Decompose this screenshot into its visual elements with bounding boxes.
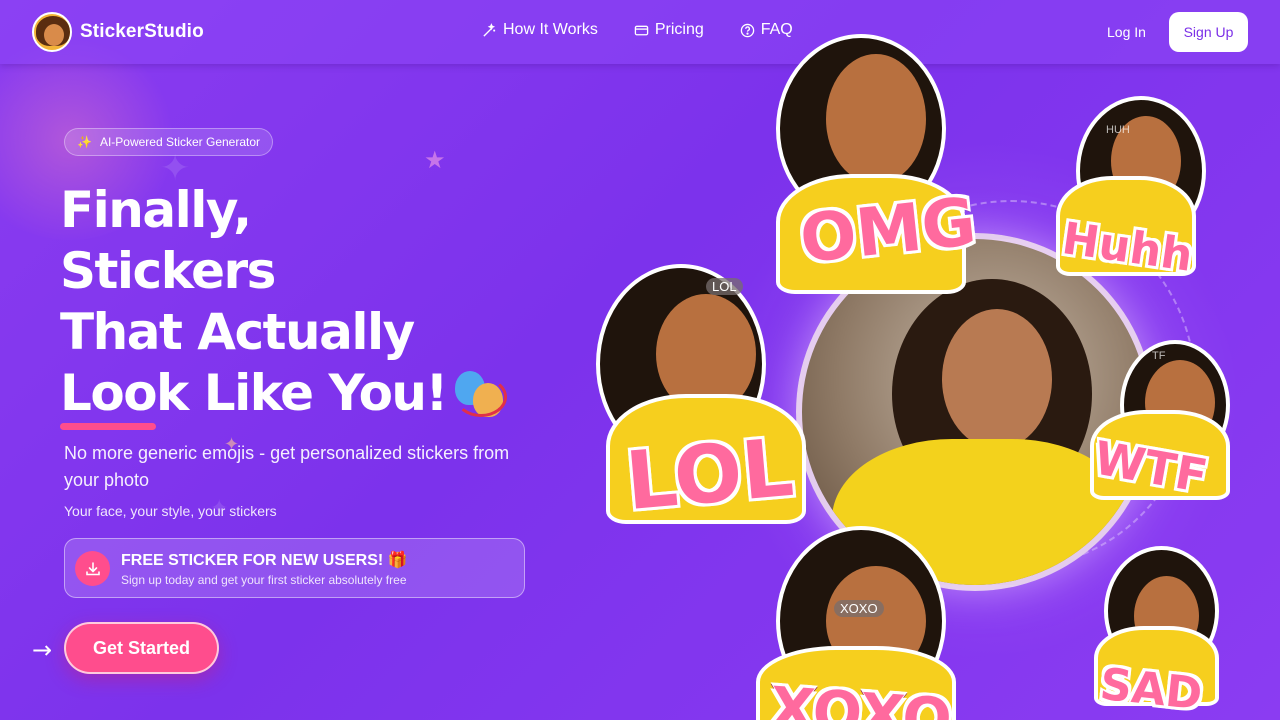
sticker-omg: OMG (766, 34, 1006, 294)
login-link[interactable]: Log In (1107, 24, 1146, 40)
top-navbar: StickerStudio How It Works Pricing FAQ L… (0, 0, 1280, 64)
ai-powered-badge: ✨ AI-Powered Sticker Generator (64, 128, 274, 156)
headline-line: Finally, (60, 181, 252, 239)
free-sticker-promo-banner: FREE STICKER FOR NEW USERS! 🎁 Sign up to… (64, 538, 525, 598)
headline-line-last: Look Like You! (60, 363, 509, 425)
sticker-sad: SAD (1094, 546, 1224, 720)
headline-underline (60, 423, 156, 430)
get-started-button[interactable]: Get Started (64, 622, 219, 674)
sticker-huhh: HUH Huhh (1056, 96, 1216, 296)
promo-title: FREE STICKER FOR NEW USERS! 🎁 (121, 552, 408, 569)
sticker-word: SAD (1096, 657, 1206, 720)
sticker-small-tag: XOXO (834, 600, 884, 617)
hero-tagline: Your face, your style, your stickers (64, 503, 277, 519)
avatar-logo-icon (32, 12, 72, 52)
nav-how-it-works[interactable]: How It Works (482, 21, 598, 39)
nav-link-label: How It Works (503, 21, 598, 38)
hero-subtitle: No more generic emojis - get personalize… (64, 443, 510, 490)
question-circle-icon (740, 23, 754, 37)
sticker-small-tag: TF (1152, 350, 1166, 362)
headline-line: Look Like You! (60, 364, 448, 422)
sparkle-star-icon: ★ (424, 146, 446, 174)
sticker-lol: LOL LOL (596, 264, 836, 536)
credit-card-icon (634, 25, 649, 35)
nav-link-label: FAQ (760, 21, 793, 38)
arrow-right-icon: → (32, 636, 53, 664)
sticker-xoxo: XOXO XOXO (756, 526, 976, 720)
sparkles-icon: ✨ (77, 135, 92, 149)
nav-link-label: Pricing (654, 21, 704, 38)
magic-wand-icon (483, 22, 496, 37)
sticker-wtf: TF WTF (1089, 340, 1240, 520)
headline-line: That Actually (60, 303, 415, 361)
performing-arts-masks-icon (453, 369, 509, 425)
hero-headline: Finally, Stickers That Actually Look Lik… (60, 180, 509, 425)
download-icon (75, 551, 110, 586)
main-nav: How It Works Pricing FAQ (482, 21, 793, 39)
promo-subtitle: Sign up today and get your first sticker… (121, 573, 407, 587)
sticker-small-tag: LOL (706, 278, 743, 295)
nav-pricing[interactable]: Pricing (634, 21, 704, 39)
signup-button[interactable]: Sign Up (1169, 12, 1248, 52)
badge-label: AI-Powered Sticker Generator (99, 135, 261, 149)
nav-faq[interactable]: FAQ (740, 21, 793, 39)
brand-home-link[interactable]: StickerStudio (32, 12, 204, 52)
sticker-word: LOL (621, 419, 799, 529)
headline-line: Stickers (60, 242, 276, 300)
brand-name: StickerStudio (80, 21, 204, 42)
sticker-small-tag: HUH (1106, 124, 1130, 136)
